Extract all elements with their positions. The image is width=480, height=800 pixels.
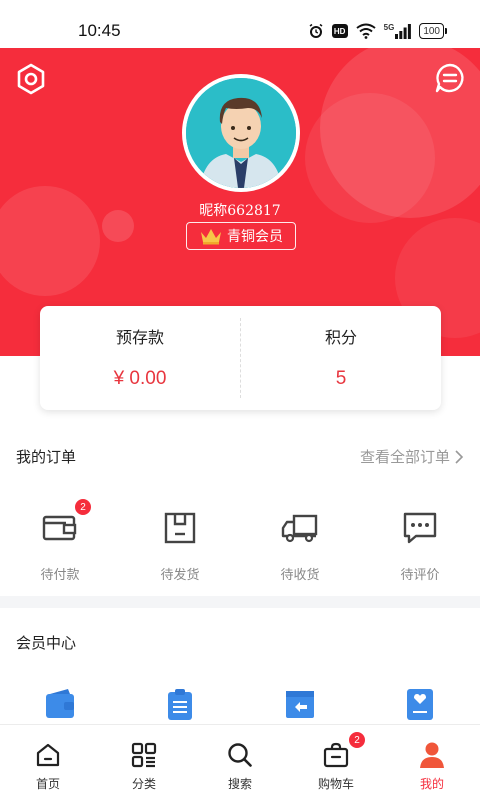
status-icons: HD 5G 100: [308, 20, 447, 42]
truck-icon: [280, 508, 320, 548]
section-divider: [0, 596, 480, 608]
crown-icon: [201, 229, 221, 245]
status-bar: 10:45 HD 5G 100: [0, 0, 480, 48]
settings-icon: [17, 63, 45, 95]
tab-label: 购物车: [317, 777, 354, 791]
search-icon: [226, 741, 254, 769]
hd-icon: HD: [331, 24, 348, 38]
tab-cart[interactable]: 2 购物车: [288, 725, 384, 800]
favorite-card-icon: [407, 689, 433, 720]
points-summary[interactable]: 积分 5: [241, 306, 441, 410]
order-status-label: 待付款: [40, 568, 80, 583]
member-return-item[interactable]: [240, 688, 360, 724]
deposit-value: ¥ 0.00: [113, 368, 167, 389]
member-level-badge[interactable]: 青铜会员: [186, 222, 296, 250]
order-status-label: 待评价: [400, 568, 440, 583]
home-icon: [34, 741, 62, 769]
member-favorite-item[interactable]: [360, 688, 480, 724]
battery-indicator: 100: [419, 23, 447, 39]
nickname: 昵称662817: [199, 203, 281, 219]
profile-icon: [418, 741, 446, 769]
cart-icon: 2: [322, 731, 366, 769]
order-pending-payment[interactable]: 2 待付款: [0, 498, 120, 590]
order-status-row: 2 待付款 待发货 待收货 待评价: [0, 498, 480, 590]
view-all-label: 查看全部订单: [359, 448, 450, 466]
deposit-label: 预存款: [115, 328, 164, 347]
status-time: 10:45: [78, 21, 121, 40]
wallet-blue-icon: [46, 689, 74, 718]
cart-badge: 2: [348, 731, 366, 749]
network-label: 5G: [383, 23, 395, 32]
return-icon: [286, 691, 314, 718]
orders-section-title: 我的订单: [16, 448, 77, 466]
member-level-label: 青铜会员: [227, 229, 283, 245]
member-wallet-item[interactable]: [0, 688, 120, 724]
message-button[interactable]: [434, 62, 466, 94]
points-label: 积分: [324, 328, 357, 347]
signal-icon: 5G: [384, 23, 412, 39]
message-icon: [435, 63, 464, 93]
chevron-right-icon: [455, 449, 464, 464]
order-pending-receipt[interactable]: 待收货: [240, 500, 360, 590]
comment-icon: [400, 508, 440, 548]
member-center-title: 会员中心: [16, 634, 77, 652]
tab-home[interactable]: 首页: [0, 725, 96, 800]
category-icon: [130, 741, 158, 769]
order-status-label: 待发货: [160, 568, 200, 583]
package-icon: [160, 508, 200, 548]
member-clipboard-item[interactable]: [120, 688, 240, 724]
tab-category[interactable]: 分类: [96, 725, 192, 800]
member-center-row: [0, 688, 480, 724]
order-status-label: 待收货: [280, 568, 320, 583]
deposit-summary[interactable]: 预存款 ¥ 0.00: [40, 306, 240, 410]
alarm-icon: [308, 23, 324, 39]
view-all-orders-link[interactable]: 查看全部订单: [360, 446, 464, 467]
wifi-icon: [356, 23, 376, 39]
tab-label: 搜索: [227, 777, 252, 791]
tab-label: 分类: [131, 777, 156, 791]
points-value: 5: [335, 368, 347, 389]
pending-payment-badge: 2: [74, 498, 92, 516]
clipboard-icon: [168, 689, 192, 720]
order-pending-review[interactable]: 待评价: [360, 500, 480, 590]
order-pending-shipment[interactable]: 待发货: [120, 500, 240, 590]
tab-label: 首页: [35, 777, 60, 791]
bottom-tab-bar: 首页 分类 搜索 2 购物车 我的: [0, 724, 480, 800]
balance-card: 预存款 ¥ 0.00 积分 5: [40, 306, 441, 410]
tab-search[interactable]: 搜索: [192, 725, 288, 800]
tab-profile[interactable]: 我的: [384, 725, 480, 800]
tab-label: 我的: [419, 777, 444, 791]
wallet-icon: 2: [40, 498, 92, 548]
settings-button[interactable]: [14, 62, 48, 96]
avatar-image: [186, 78, 296, 188]
avatar[interactable]: [182, 74, 300, 192]
